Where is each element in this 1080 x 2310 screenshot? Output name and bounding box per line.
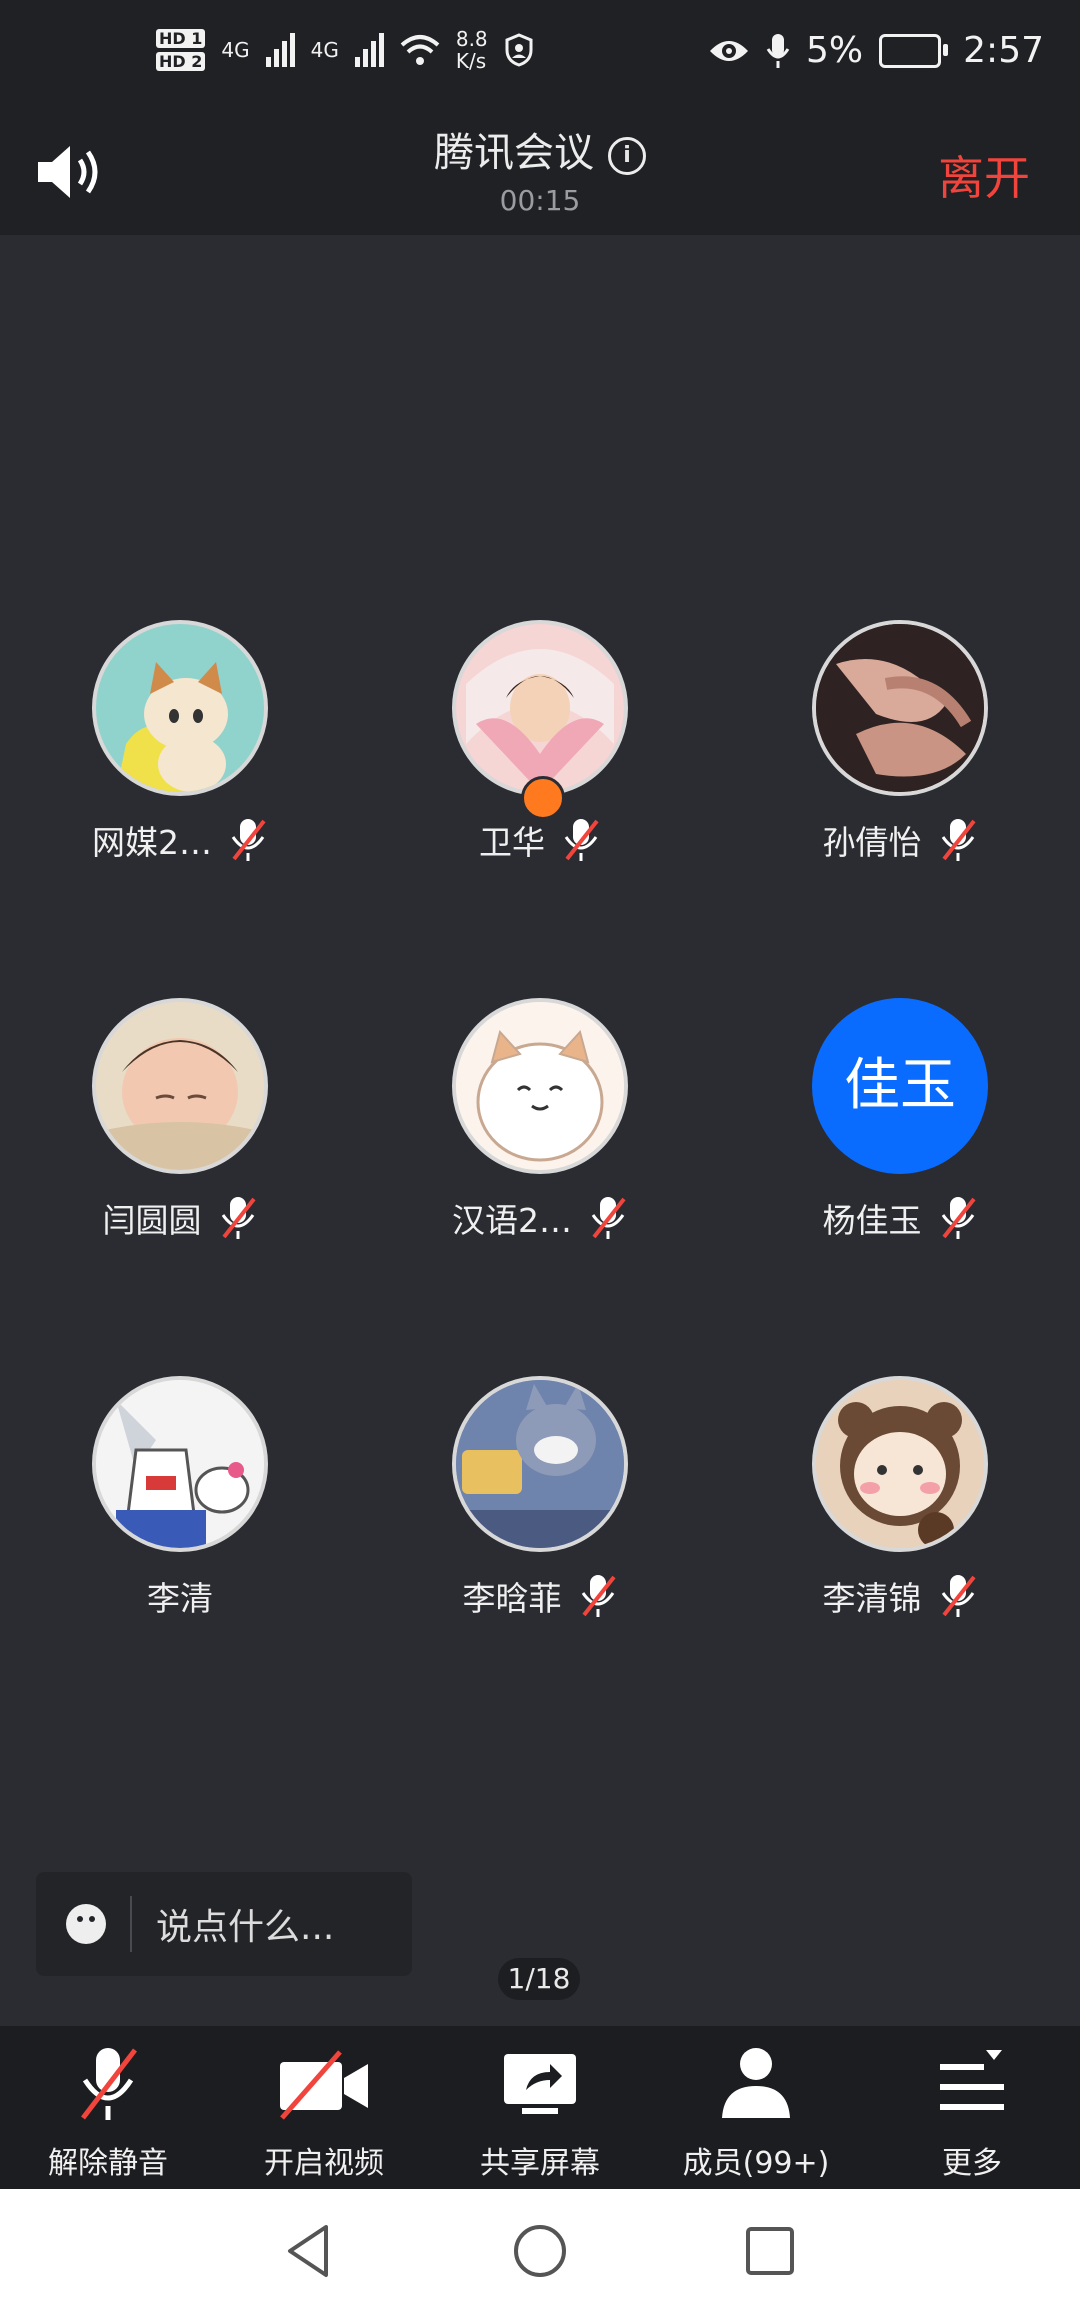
- participant-name: 孙倩怡: [822, 823, 922, 862]
- participant-name: 卫华: [479, 823, 545, 862]
- mic-muted-icon: [564, 819, 599, 861]
- meeting-timer: 00:15: [499, 184, 581, 217]
- members-label: 成员(99+): [682, 2146, 830, 2181]
- avatar: [92, 1376, 268, 1552]
- participant-name: 李清: [147, 1579, 213, 1618]
- mic-muted-icon: [221, 1197, 256, 1239]
- participant-tile[interactable]: 闫圆圆: [0, 998, 360, 1242]
- mic-muted-icon: [941, 1197, 976, 1239]
- share-screen-icon: [504, 2054, 576, 2114]
- divider: [130, 1896, 132, 1952]
- participant-tile[interactable]: 汉语2…: [360, 998, 720, 1242]
- more-button[interactable]: 更多: [864, 2044, 1080, 2182]
- avatar: [92, 620, 268, 796]
- hd2-label: HD 2: [156, 52, 206, 71]
- leave-button[interactable]: 离开: [938, 142, 1030, 208]
- signal-icon: [265, 33, 295, 67]
- clock: 2:57: [963, 30, 1044, 71]
- participant-name: 汉语2…: [452, 1201, 572, 1240]
- hd1-label: HD 1: [156, 29, 206, 48]
- participant-tile[interactable]: 孙倩怡: [720, 620, 1080, 864]
- chat-input[interactable]: 说点什么...: [36, 1872, 412, 1976]
- share-screen-button[interactable]: 共享屏幕: [432, 2044, 648, 2182]
- meeting-toolbar: 解除静音 开启视频 共享屏幕 成员(99+) 更多: [0, 2026, 1080, 2189]
- network-speed: 8.8 K/s: [456, 28, 488, 72]
- more-label: 更多: [942, 2146, 1002, 2181]
- meeting-title: 腾讯会议: [434, 130, 594, 176]
- home-icon[interactable]: [510, 2221, 570, 2281]
- mic-muted-icon: [591, 1197, 626, 1239]
- participant-tile[interactable]: 卫华: [360, 620, 720, 864]
- more-menu-icon: [940, 2050, 1004, 2110]
- start-video-label: 开启视频: [264, 2146, 384, 2181]
- mic-icon: [766, 33, 790, 68]
- mic-muted-icon: [231, 819, 266, 861]
- meeting-header: 腾讯会议 i 00:15 离开: [0, 120, 1080, 235]
- start-video-button[interactable]: 开启视频: [216, 2044, 432, 2182]
- shield-icon: [505, 33, 533, 67]
- battery-percent: 5%: [806, 30, 864, 71]
- avatar: [452, 1376, 628, 1552]
- avatar: [812, 620, 988, 796]
- host-badge-icon: [521, 776, 565, 820]
- participant-tile[interactable]: 李清: [0, 1376, 360, 1620]
- participant-name: 李晗菲: [462, 1579, 562, 1618]
- unmute-button[interactable]: 解除静音: [0, 2044, 216, 2182]
- battery-charging-icon: [879, 33, 949, 68]
- avatar: 佳玉: [812, 998, 988, 1174]
- participant-name: 闫圆圆: [102, 1201, 202, 1240]
- network-type-1: 4G: [221, 38, 250, 62]
- mic-muted-icon: [81, 2048, 137, 2120]
- recents-icon[interactable]: [740, 2221, 800, 2281]
- avatar: [452, 998, 628, 1174]
- mic-muted-icon: [581, 1575, 616, 1617]
- participant-tile[interactable]: 网媒2…: [0, 620, 360, 864]
- eye-icon: [710, 40, 749, 61]
- wifi-icon: [400, 35, 440, 65]
- participant-name: 网媒2…: [92, 823, 212, 862]
- system-nav-bar: [0, 2189, 1080, 2310]
- avatar: [812, 1376, 988, 1552]
- speed-value: 8.8: [455, 27, 488, 51]
- mic-muted-icon: [941, 1575, 976, 1617]
- speed-unit: K/s: [455, 49, 487, 73]
- signal-icon: [354, 33, 384, 67]
- participant-name: 杨佳玉: [822, 1201, 922, 1240]
- hd-indicator: HD 1 HD 2: [156, 29, 206, 71]
- camera-off-icon: [280, 2050, 368, 2120]
- members-button[interactable]: 成员(99+): [648, 2044, 864, 2182]
- avatar: [452, 620, 628, 820]
- chat-placeholder: 说点什么...: [156, 1907, 335, 1948]
- share-screen-label: 共享屏幕: [480, 2146, 600, 2181]
- participant-name: 李清锦: [822, 1579, 922, 1618]
- page-indicator: 1/18: [498, 1958, 580, 2000]
- participant-tile[interactable]: 李晗菲: [360, 1376, 720, 1620]
- network-type-2: 4G: [310, 38, 339, 62]
- status-bar: HD 1 HD 2 4G 4G 8.8 K/s 5% 2:57: [0, 0, 1080, 120]
- participant-tile[interactable]: 佳玉 杨佳玉: [720, 998, 1080, 1242]
- members-icon: [722, 2048, 790, 2118]
- avatar: [92, 998, 268, 1174]
- participant-tile[interactable]: 李清锦: [720, 1376, 1080, 1620]
- unmute-label: 解除静音: [48, 2146, 168, 2181]
- mic-muted-icon: [941, 819, 976, 861]
- emoji-icon[interactable]: [66, 1904, 106, 1944]
- back-icon[interactable]: [280, 2221, 340, 2281]
- info-icon[interactable]: i: [608, 137, 646, 175]
